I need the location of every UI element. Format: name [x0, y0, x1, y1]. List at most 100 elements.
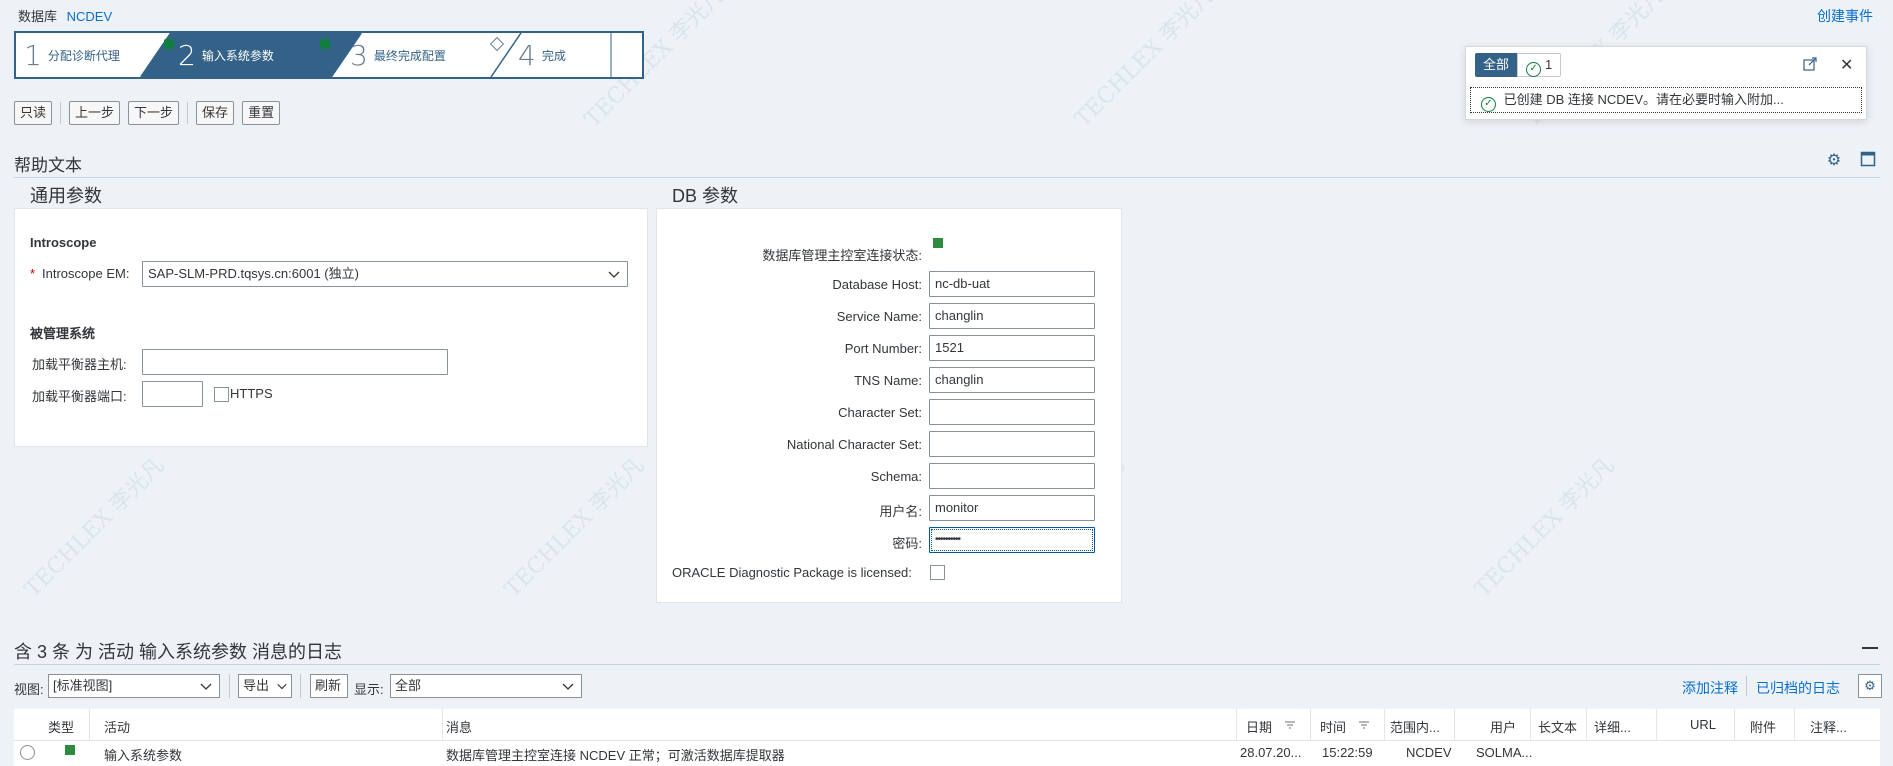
managed-system-heading: 被管理系统: [30, 326, 96, 341]
maximize-icon[interactable]: [1858, 151, 1878, 171]
cell-user: SOLMA...: [1476, 745, 1532, 760]
port-number-input[interactable]: 1521: [929, 335, 1095, 361]
schema-input[interactable]: [929, 463, 1095, 489]
toolbar-separator: [229, 674, 230, 698]
filter-success-button[interactable]: ✓ 1: [1517, 53, 1562, 77]
step-3[interactable]: 3 最终完成配置: [350, 33, 505, 77]
collapse-icon[interactable]: [1862, 647, 1878, 649]
https-checkbox[interactable]: [214, 387, 229, 402]
archived-log-link[interactable]: 已归档的日志: [1756, 678, 1840, 698]
column-separator: [89, 709, 90, 741]
db-params-title: DB 参数: [672, 186, 739, 206]
filter-all-button[interactable]: 全部: [1475, 53, 1518, 77]
db-status-indicator: [933, 238, 943, 248]
national-charset-input[interactable]: [929, 431, 1095, 457]
success-count: 1: [1545, 57, 1553, 72]
step-done-indicator: [164, 39, 174, 49]
column-header-activity[interactable]: 活动: [104, 717, 130, 736]
column-separator: [442, 709, 443, 741]
export-menu-button[interactable]: 导出: [238, 674, 292, 698]
column-header-notes[interactable]: 注释...: [1810, 717, 1866, 736]
column-separator: [1384, 709, 1385, 741]
column-separator: [1794, 709, 1795, 741]
add-note-link[interactable]: 添加注释: [1682, 678, 1738, 698]
introscope-heading: Introscope: [30, 235, 97, 250]
cell-message: 数据库管理主控室连接 NCDEV 正常；可激活数据库提取器: [446, 748, 785, 763]
cell-scope: NCDEV: [1406, 745, 1452, 760]
next-button[interactable]: 下一步: [128, 101, 180, 125]
filter-icon[interactable]: [1284, 719, 1296, 731]
create-event-link[interactable]: 创建事件: [1817, 6, 1873, 26]
oracle-diag-checkbox[interactable]: [930, 565, 945, 580]
open-external-icon[interactable]: [1803, 57, 1819, 73]
password-input[interactable]: ••••••••••: [929, 527, 1095, 553]
main-toolbar: 只读 上一步 下一步 保存 重置: [14, 101, 281, 125]
success-icon: ✓: [1481, 97, 1496, 112]
https-label: HTTPS: [230, 386, 273, 401]
db-host-input[interactable]: nc-db-uat: [929, 271, 1095, 297]
help-text-title[interactable]: 帮助文本: [14, 151, 82, 176]
cell-activity: 输入系统参数: [104, 748, 183, 763]
step-1[interactable]: 1 分配诊断代理: [24, 33, 174, 77]
view-value: [标准视图]: [53, 678, 113, 693]
reset-button[interactable]: 重置: [242, 101, 281, 125]
log-table-header: 类型 活动 消息 日期 时间 范围内... 用户 长文本 详细... URL 附…: [14, 709, 1880, 741]
step-4[interactable]: 4 完成: [518, 33, 566, 77]
db-params-panel: 数据库管理主控室连接状态: Database Host: nc-db-uat S…: [656, 208, 1122, 603]
cell-time: 15:22:59: [1322, 745, 1373, 760]
step-label: 输入系统参数: [201, 48, 274, 63]
column-header-time[interactable]: 时间: [1320, 717, 1346, 736]
column-header-url[interactable]: URL: [1690, 717, 1716, 732]
lb-port-input[interactable]: [142, 381, 203, 407]
step-number: 3: [350, 38, 368, 72]
lb-host-input[interactable]: [142, 349, 448, 375]
gear-icon[interactable]: ⚙: [1858, 674, 1882, 698]
column-header-scope[interactable]: 范围内...: [1390, 717, 1448, 736]
introscope-em-select[interactable]: SAP-SLM-PRD.tqsys.cn:6001 (独立): [142, 261, 628, 287]
column-header-message[interactable]: 消息: [446, 717, 472, 736]
password-label: 密码:: [892, 536, 922, 551]
view-select[interactable]: [标准视图]: [48, 674, 220, 698]
step-2[interactable]: 2 输入系统参数: [178, 33, 330, 77]
filter-icon[interactable]: [1358, 719, 1370, 731]
toolbar-separator: [60, 102, 62, 124]
show-select[interactable]: 全部: [390, 674, 582, 698]
column-separator: [1586, 709, 1587, 741]
username-input[interactable]: monitor: [929, 495, 1095, 521]
column-header-date[interactable]: 日期: [1246, 717, 1272, 736]
column-separator: [1656, 709, 1657, 741]
gear-icon[interactable]: ⚙: [1824, 151, 1844, 171]
breadcrumb-label: 数据库: [18, 9, 58, 24]
log-title: 含 3 条 为 活动 输入系统参数 消息的日志: [14, 642, 343, 662]
step-number: 2: [178, 38, 196, 72]
refresh-button[interactable]: 刷新: [310, 674, 348, 698]
watermark: TECHLEX 李光凡: [500, 453, 650, 603]
column-header-user[interactable]: 用户: [1490, 717, 1516, 736]
chevron-down-icon: [608, 271, 620, 278]
close-icon[interactable]: ✕: [1840, 55, 1853, 75]
tns-name-input[interactable]: changlin: [929, 367, 1095, 393]
message-item[interactable]: ✓ 已创建 DB 连接 NCDEV。请在必要时输入附加...: [1470, 87, 1862, 113]
system-link[interactable]: NCDEV: [67, 9, 113, 24]
back-button[interactable]: 上一步: [69, 101, 121, 125]
column-header-attachment[interactable]: 附件: [1750, 717, 1776, 736]
table-row[interactable]: 输入系统参数 数据库管理主控室连接 NCDEV 正常；可激活数据库提取器 28.…: [14, 741, 1880, 766]
service-name-input[interactable]: changlin: [929, 303, 1095, 329]
charset-label: Character Set:: [838, 405, 922, 420]
watermark: TECHLEX 李光凡: [1070, 0, 1220, 133]
lb-host-label: 加载平衡器主机:: [32, 357, 127, 372]
column-header-longtext[interactable]: 长文本: [1538, 717, 1577, 736]
service-name-label: Service Name:: [836, 309, 922, 324]
national-charset-label: National Character Set:: [786, 437, 922, 452]
readonly-button[interactable]: 只读: [14, 101, 53, 125]
row-radio[interactable]: [20, 745, 35, 760]
step-number: 1: [24, 38, 42, 72]
save-button[interactable]: 保存: [196, 101, 235, 125]
introscope-em-value: SAP-SLM-PRD.tqsys.cn:6001 (独立): [148, 266, 359, 281]
column-header-type[interactable]: 类型: [48, 717, 74, 736]
lb-port-label: 加载平衡器端口:: [32, 389, 127, 404]
show-label: 显示:: [354, 682, 384, 697]
toolbar-separator: [187, 102, 189, 124]
column-header-details[interactable]: 详细...: [1594, 717, 1650, 736]
charset-input[interactable]: [929, 399, 1095, 425]
